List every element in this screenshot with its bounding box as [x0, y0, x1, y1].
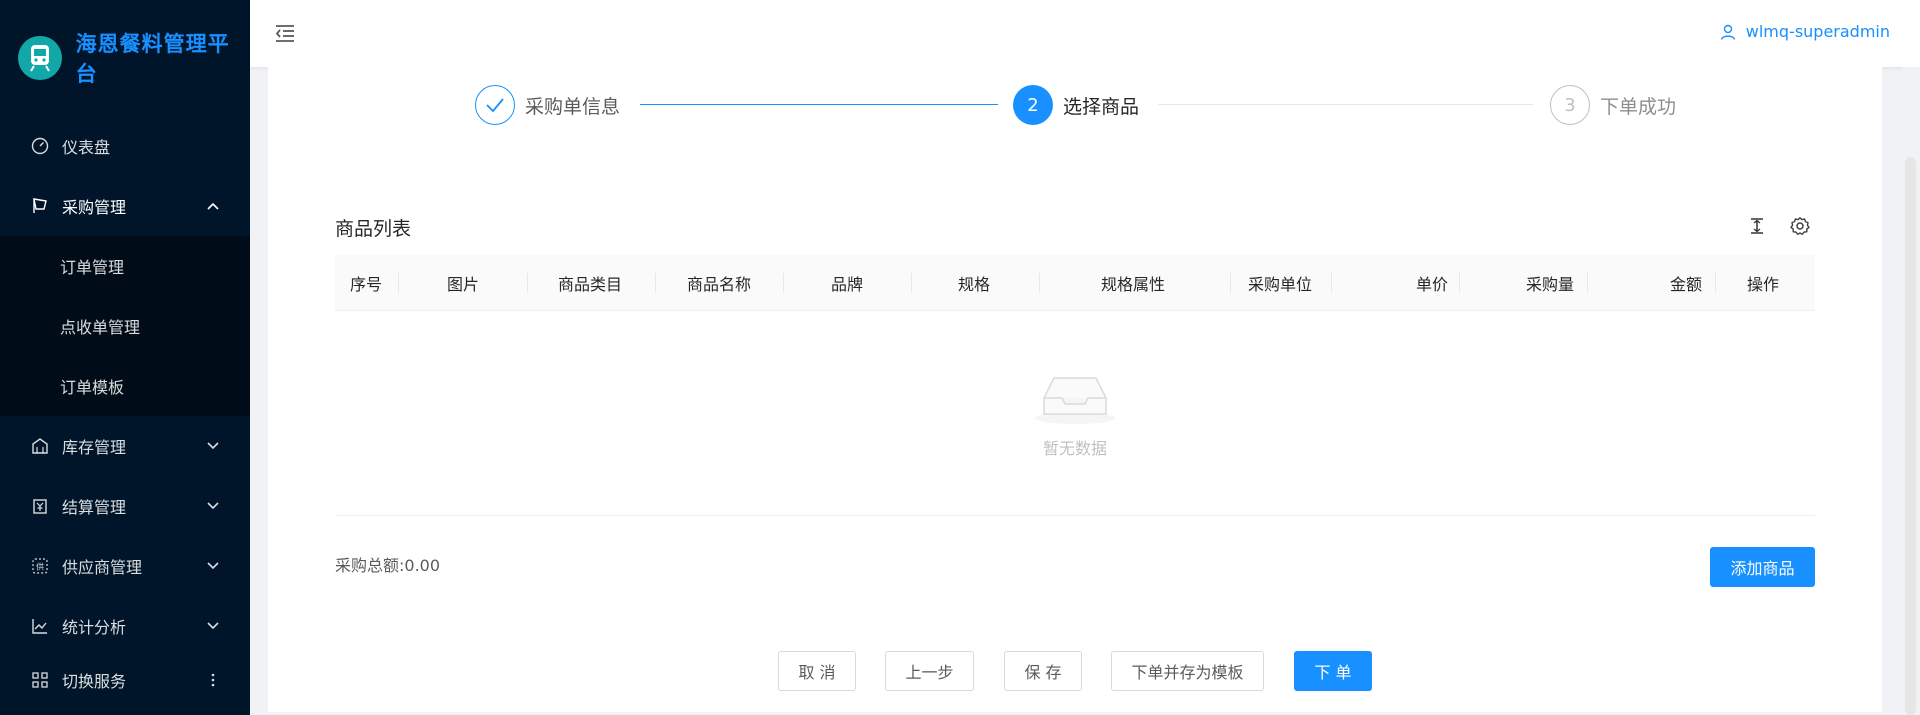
sidebar-item-switch-service[interactable]: 切换服务 — [0, 656, 250, 704]
sidebar-item-label: 仪表盘 — [62, 138, 111, 157]
column-header[interactable]: 商品名称 — [687, 255, 751, 311]
table-header: 序号 图片 商品类目 商品名称 品牌 规格 规格属性 采购单位 单价 采购量 金… — [335, 255, 1815, 311]
column-header[interactable]: 操作 — [1747, 255, 1779, 311]
sidebar-item-label: 结算管理 — [62, 498, 127, 517]
column-header[interactable]: 品牌 — [831, 255, 863, 311]
sidebar-item-statistics[interactable]: 统计分析 — [0, 596, 250, 656]
column-header[interactable]: 商品类目 — [558, 255, 622, 311]
sidebar-item-receipts[interactable]: 点收单管理 — [0, 296, 250, 356]
sidebar-item-purchase[interactable]: 采购管理 — [0, 176, 250, 236]
column-header[interactable]: 采购量 — [1526, 255, 1574, 311]
chevron-down-icon — [206, 619, 220, 633]
column-divider — [1331, 273, 1332, 293]
column-header[interactable]: 金额 — [1670, 255, 1702, 311]
column-header[interactable]: 图片 — [447, 255, 479, 311]
column-header[interactable]: 规格属性 — [1101, 255, 1165, 311]
logo[interactable]: 海恩餐料管理平台 — [0, 0, 250, 116]
save-button[interactable]: 保 存 — [1004, 651, 1082, 691]
column-header[interactable]: 规格 — [958, 255, 990, 311]
cancel-button[interactable]: 取 消 — [778, 651, 856, 691]
sidebar-item-label: 订单管理 — [60, 258, 125, 277]
supplier-icon: 供 — [30, 556, 50, 576]
step-connector-done — [640, 104, 998, 105]
chevron-down-icon — [206, 499, 220, 513]
sidebar-item-suppliers[interactable]: 供 供应商管理 — [0, 536, 250, 596]
sidebar: 海恩餐料管理平台 仪表盘 采购管理 订单管理 点收单管理 订单模板 库存管理 结… — [0, 0, 250, 715]
sidebar-item-settlement[interactable]: 结算管理 — [0, 476, 250, 536]
step-select-product: 2 选择商品 — [1013, 84, 1139, 126]
check-icon — [475, 85, 515, 125]
purchase-submenu: 订单管理 点收单管理 订单模板 — [0, 236, 250, 416]
table-empty-state: 暂无数据 — [335, 311, 1815, 516]
sidebar-item-label: 采购管理 — [62, 198, 127, 217]
sidebar-item-label: 切换服务 — [62, 672, 127, 691]
svg-text:供: 供 — [36, 562, 44, 572]
order-save-template-button[interactable]: 下单并存为模板 — [1111, 651, 1264, 691]
column-divider — [527, 273, 528, 293]
place-order-button[interactable]: 下 单 — [1294, 651, 1372, 691]
column-divider — [1715, 273, 1716, 293]
column-divider — [911, 273, 912, 293]
empty-inbox-icon — [1034, 368, 1116, 424]
line-chart-icon — [30, 616, 50, 636]
table-title: 商品列表 — [335, 218, 412, 240]
sidebar-item-label: 订单模板 — [60, 378, 125, 397]
step-title: 选择商品 — [1063, 95, 1140, 118]
purchase-total: 采购总额:0.00 — [335, 556, 441, 575]
previous-step-button[interactable]: 上一步 — [885, 651, 974, 691]
username: wlmq-superadmin — [1745, 22, 1890, 41]
apps-grid-icon — [30, 670, 50, 690]
column-header[interactable]: 采购单位 — [1248, 255, 1312, 311]
chevron-down-icon — [206, 439, 220, 453]
train-logo-icon — [18, 36, 62, 80]
step-connector-pending — [1158, 104, 1533, 105]
user-menu[interactable]: wlmq-superadmin — [1720, 22, 1890, 41]
step-title: 下单成功 — [1600, 95, 1677, 118]
menu-fold-icon[interactable] — [274, 22, 296, 44]
sidebar-item-orders[interactable]: 订单管理 — [0, 236, 250, 296]
column-height-icon[interactable] — [1746, 215, 1768, 237]
purchase-icon — [30, 196, 50, 216]
sidebar-item-label: 供应商管理 — [62, 558, 143, 577]
sidebar-item-label: 点收单管理 — [60, 318, 141, 337]
column-header[interactable]: 单价 — [1416, 255, 1448, 311]
step-number: 3 — [1550, 85, 1590, 125]
sidebar-item-inventory[interactable]: 库存管理 — [0, 416, 250, 476]
top-header: wlmq-superadmin — [250, 0, 1920, 67]
sidebar-item-label: 库存管理 — [62, 438, 127, 457]
column-divider — [398, 273, 399, 293]
sidebar-item-order-templates[interactable]: 订单模板 — [0, 356, 250, 416]
column-divider — [655, 273, 656, 293]
more-vertical-icon[interactable] — [206, 673, 220, 687]
steps: 采购单信息 2 选择商品 3 下单成功 — [475, 84, 1676, 126]
step-title: 采购单信息 — [525, 95, 621, 118]
empty-text: 暂无数据 — [1042, 439, 1107, 458]
column-divider — [1587, 273, 1588, 293]
add-product-button[interactable]: 添加商品 — [1710, 547, 1815, 587]
column-divider — [1230, 273, 1231, 293]
app-title: 海恩餐料管理平台 — [75, 32, 230, 86]
sidebar-item-label: 统计分析 — [62, 618, 127, 637]
user-icon — [1720, 24, 1736, 40]
column-divider — [783, 273, 784, 293]
step-number: 2 — [1013, 85, 1053, 125]
column-divider — [1459, 273, 1460, 293]
scrollbar-thumb[interactable] — [1905, 157, 1916, 715]
step-order-success: 3 下单成功 — [1550, 84, 1676, 126]
chevron-down-icon — [206, 559, 220, 573]
column-header[interactable]: 序号 — [350, 255, 382, 311]
settlement-icon — [30, 496, 50, 516]
sidebar-item-dashboard[interactable]: 仪表盘 — [0, 116, 250, 176]
settings-icon[interactable] — [1789, 215, 1811, 237]
chevron-up-icon — [206, 199, 220, 213]
warehouse-icon — [30, 436, 50, 456]
step-order-info: 采购单信息 — [475, 84, 620, 126]
dashboard-icon — [30, 136, 50, 156]
column-divider — [1039, 273, 1040, 293]
